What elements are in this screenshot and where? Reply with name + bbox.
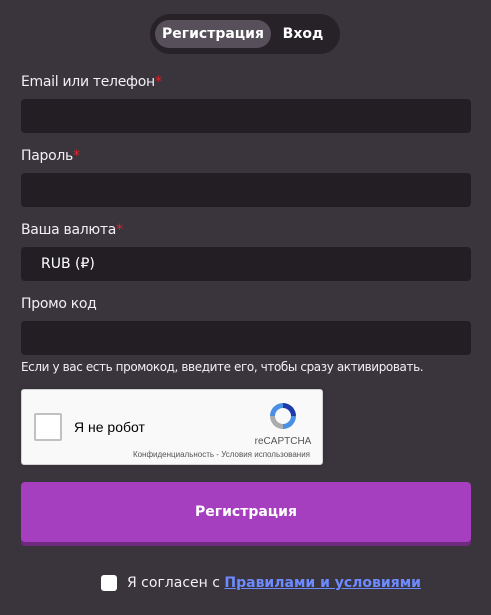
recaptcha-links[interactable]: Конфиденциальность - Условия использован… [133, 450, 310, 459]
register-button[interactable]: Регистрация [21, 482, 471, 542]
promo-hint: Если у вас есть промокод, введите его, ч… [21, 360, 424, 374]
recaptcha-logo-icon [270, 403, 296, 429]
terms-prefix: Я согласен с [127, 575, 220, 591]
required-mark: * [72, 148, 80, 164]
tab-login[interactable]: Вход [271, 20, 335, 48]
recaptcha-brand: reCAPTCHA [254, 436, 312, 447]
terms-checkbox[interactable] [101, 575, 117, 591]
currency-label: Ваша валюта* [21, 222, 123, 238]
recaptcha-label: Я не робот [74, 419, 145, 435]
password-label: Пароль* [21, 148, 80, 164]
email-field[interactable] [21, 99, 471, 133]
recaptcha-widget: Я не робот reCAPTCHA Конфиденциальность … [21, 389, 323, 465]
terms-link[interactable]: Правилами и условиями [224, 575, 421, 591]
currency-select[interactable]: RUB (₽) [21, 247, 471, 281]
password-field[interactable] [21, 173, 471, 207]
recaptcha-checkbox[interactable] [34, 413, 62, 441]
required-mark: * [116, 222, 123, 238]
currency-value: RUB (₽) [41, 256, 95, 272]
required-mark: * [154, 74, 162, 90]
terms-agreement: Я согласен с Правилами и условиями [101, 575, 421, 591]
email-label: Email или телефон* [21, 74, 162, 90]
auth-tabs: Регистрация Вход [150, 14, 340, 54]
promo-label: Промо код [21, 296, 97, 312]
promo-code-field[interactable] [21, 321, 471, 355]
tab-register[interactable]: Регистрация [155, 20, 271, 48]
